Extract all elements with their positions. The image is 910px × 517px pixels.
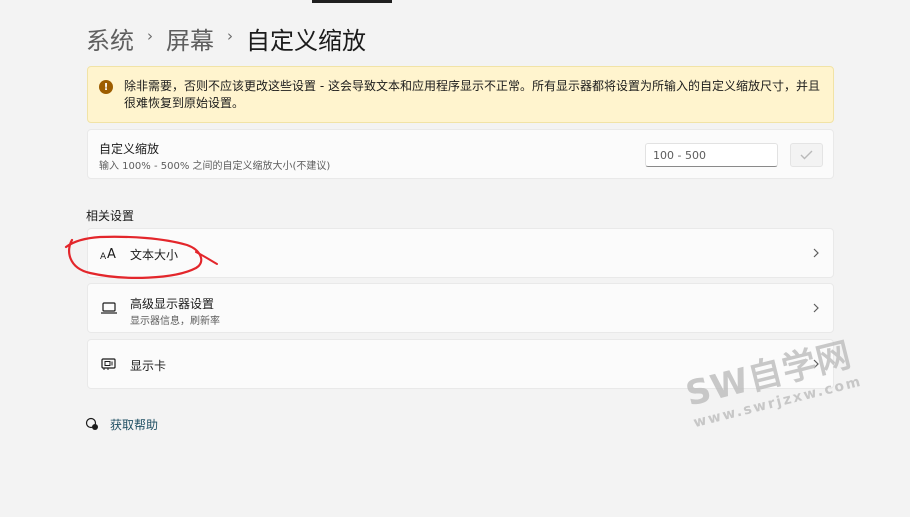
related-item-title: 高级显示器设置 <box>130 297 215 311</box>
get-help-label: 获取帮助 <box>110 417 159 432</box>
get-help-link[interactable]: 获取帮助 <box>85 414 158 434</box>
custom-scaling-subtitle: 输入 100% - 500% 之间的自定义缩放大小(不建议) <box>99 161 331 172</box>
monitor-icon <box>100 299 118 317</box>
warning-icon: ! <box>99 80 113 94</box>
related-settings-heading: 相关设置 <box>86 209 135 223</box>
check-icon <box>800 150 813 160</box>
breadcrumb-item-display[interactable]: 屏幕 <box>166 21 214 56</box>
warning-text: 除非需要，否则不应该更改这些设置 - 这会导致文本和应用程序显示不正常。所有显示… <box>124 79 820 110</box>
chevron-right-icon <box>813 248 819 258</box>
svg-text:A: A <box>107 247 116 260</box>
text-size-icon: A A <box>100 244 118 262</box>
warning-banner: ! 除非需要，否则不应该更改这些设置 - 这会导致文本和应用程序显示不正常。所有… <box>87 66 834 123</box>
custom-scaling-title: 自定义缩放 <box>99 142 160 156</box>
top-edge-bar <box>312 0 392 3</box>
chevron-right-icon <box>813 303 819 313</box>
related-item-advanced-display[interactable]: 高级显示器设置 显示器信息，刷新率 <box>87 283 834 333</box>
related-item-text-size[interactable]: A A 文本大小 <box>87 228 834 278</box>
help-icon <box>85 417 99 431</box>
svg-text:A: A <box>100 252 107 260</box>
graphics-card-icon <box>100 355 118 373</box>
related-item-title: 显示卡 <box>130 359 167 373</box>
page-title: 自定义缩放 <box>246 26 366 55</box>
related-item-title: 文本大小 <box>130 248 179 262</box>
breadcrumb-item-system[interactable]: 系统 <box>86 21 134 56</box>
related-item-graphics[interactable]: 显示卡 <box>87 339 834 389</box>
custom-scaling-card: 自定义缩放 输入 100% - 500% 之间的自定义缩放大小(不建议) <box>87 129 834 179</box>
breadcrumb-separator: › <box>147 27 153 45</box>
apply-scaling-button[interactable] <box>790 143 823 167</box>
breadcrumb-separator: › <box>227 27 233 45</box>
custom-scaling-input[interactable] <box>645 143 778 167</box>
breadcrumb: 系统 › 屏幕 › 自定义缩放 <box>86 21 366 56</box>
related-item-subtitle: 显示器信息，刷新率 <box>130 316 220 327</box>
chevron-right-icon <box>813 359 819 369</box>
